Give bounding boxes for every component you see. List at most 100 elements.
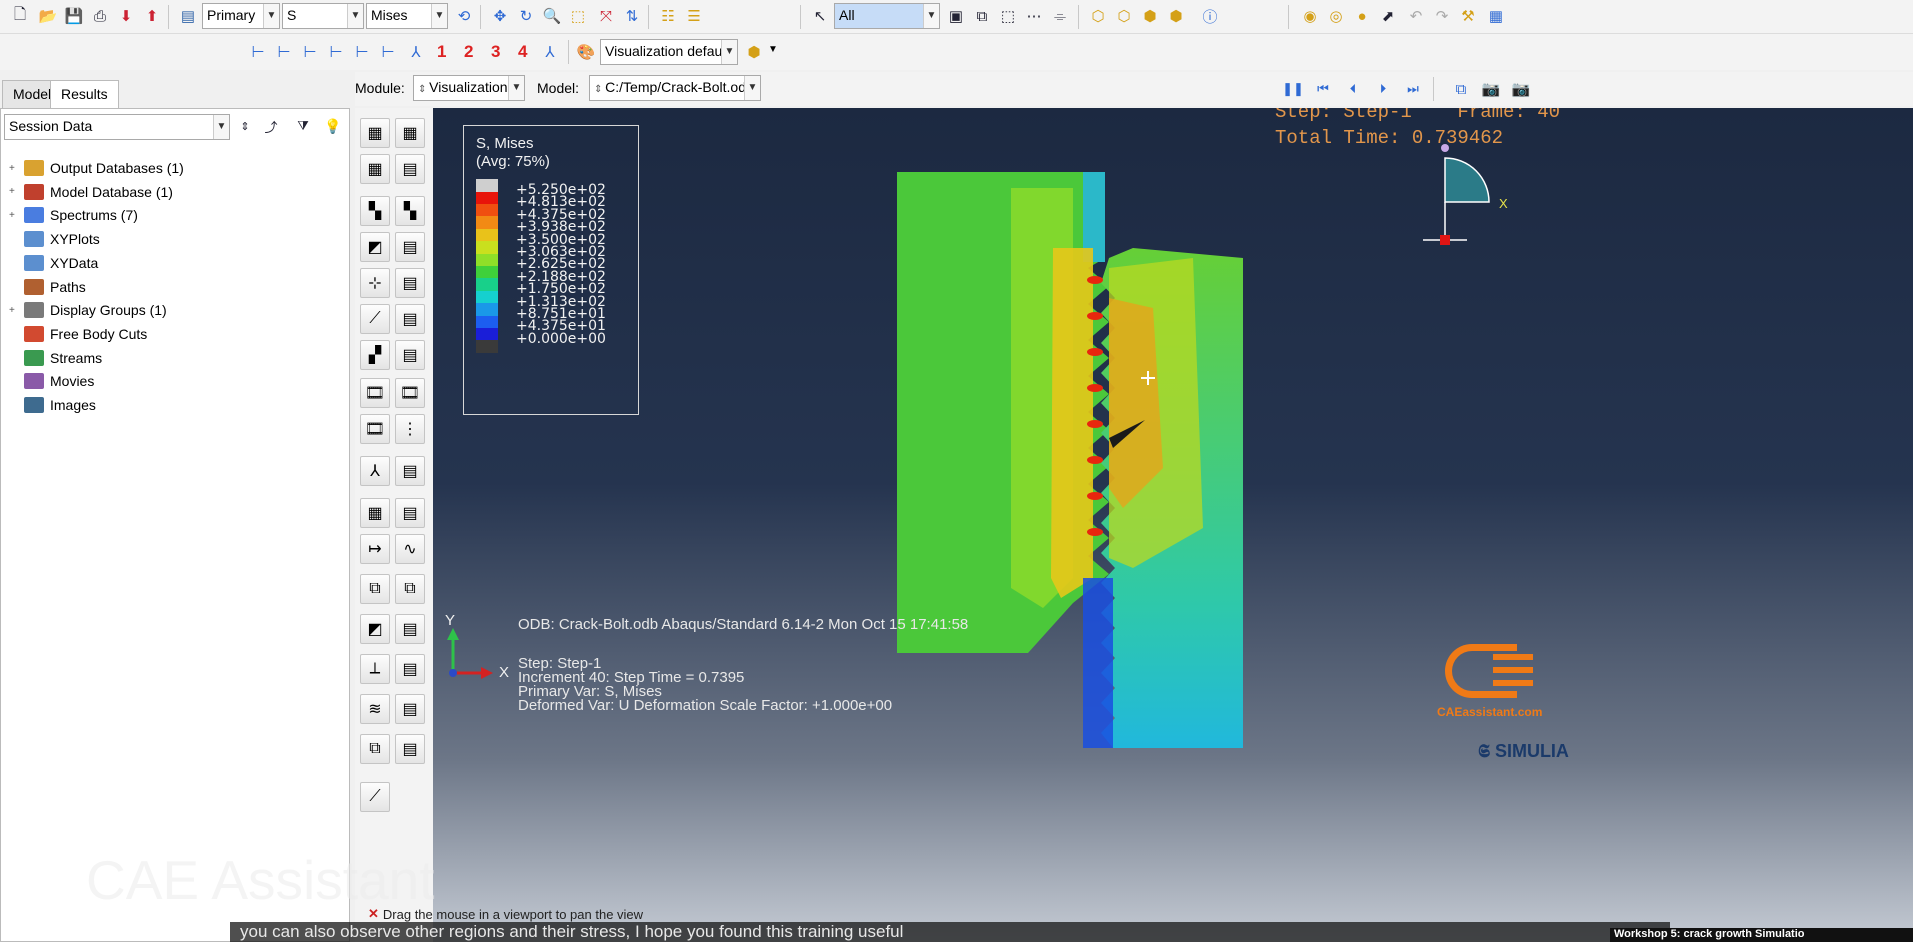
- stream-icon[interactable]: ≋: [360, 694, 390, 724]
- viewport[interactable]: X Y X S, Mises (Avg: 75%) +5.250e+02 +4.8…: [433, 108, 1913, 942]
- tree-item[interactable]: Streams: [9, 347, 102, 369]
- view-yx-icon[interactable]: ⊢: [272, 40, 296, 64]
- next-frame-icon[interactable]: ⏵: [1371, 77, 1395, 101]
- primary-combo[interactable]: Primary ▼: [202, 3, 280, 29]
- window-icon[interactable]: ▦: [1484, 4, 1508, 28]
- report-options-icon[interactable]: ▤: [395, 498, 425, 528]
- first-frame-icon[interactable]: ⏮: [1311, 77, 1335, 101]
- tree-item[interactable]: + Display Groups (1): [9, 299, 167, 321]
- undo-icon[interactable]: ↶: [1404, 4, 1428, 28]
- select-nodes-icon[interactable]: ⋯: [1022, 4, 1046, 28]
- palette-icon[interactable]: 🎨: [574, 40, 598, 64]
- pause-icon[interactable]: ❚❚: [1281, 77, 1305, 101]
- session-data-combo[interactable]: Session Data ▼: [4, 114, 230, 140]
- visualization-defaults-combo[interactable]: Visualization defaults ▼: [600, 39, 738, 65]
- zoom-icon[interactable]: 🔍: [540, 4, 564, 28]
- model-combo[interactable]: ⇕ C:/Temp/Crack-Bolt.odb ▼: [589, 75, 761, 101]
- overlay-icon[interactable]: ◉: [1298, 4, 1322, 28]
- open-folder-icon[interactable]: 📂: [36, 4, 60, 28]
- contour-plot-icon[interactable]: ◩: [360, 232, 390, 262]
- plot-symbols-icon[interactable]: ▚: [360, 196, 390, 226]
- free-body-options-icon[interactable]: ▤: [395, 654, 425, 684]
- auto-fit-icon[interactable]: ⤧: [594, 4, 618, 28]
- rotate-icon[interactable]: ↻: [514, 4, 538, 28]
- tree-item[interactable]: + Output Databases (1): [9, 157, 184, 179]
- material-orientation-options-icon[interactable]: ▤: [395, 304, 425, 334]
- animation-options-icon[interactable]: ⋮: [395, 414, 425, 444]
- tree-item[interactable]: Free Body Cuts: [9, 323, 147, 345]
- box-zoom-icon[interactable]: ⬚: [566, 4, 590, 28]
- custom-view-icon[interactable]: ⅄: [538, 40, 562, 64]
- parent-folder-icon[interactable]: ⤴: [259, 114, 283, 138]
- animate-harmonic-icon[interactable]: 🎞: [360, 414, 390, 444]
- overlay-alt-icon[interactable]: ◎: [1324, 4, 1348, 28]
- redo-icon[interactable]: ↷: [1430, 4, 1454, 28]
- view-cube-icon[interactable]: ⬢: [742, 40, 766, 64]
- cancel-x-icon[interactable]: ✕: [368, 906, 379, 922]
- previous-frame-icon[interactable]: ⏴: [1341, 77, 1365, 101]
- tree-item[interactable]: Movies: [9, 370, 94, 392]
- shaded-cube-icon[interactable]: ⬢: [1138, 4, 1162, 28]
- plot-contours-options-icon[interactable]: ▤: [395, 154, 425, 184]
- frame-selector-icon[interactable]: ⧉: [1449, 77, 1473, 101]
- up-down-icon[interactable]: ⇕: [233, 114, 257, 138]
- print-icon[interactable]: ⎙: [88, 4, 112, 28]
- hidden-cube-icon[interactable]: ⬡: [1112, 4, 1136, 28]
- plot-symbols-options-icon[interactable]: ▚: [395, 196, 425, 226]
- tree-item[interactable]: XYData: [9, 252, 98, 274]
- expand-icon[interactable]: +: [9, 163, 21, 174]
- tab-results[interactable]: Results: [50, 80, 119, 108]
- overlay-plot-icon[interactable]: ⧉: [360, 734, 390, 764]
- chevron-down-icon[interactable]: ▼: [768, 44, 778, 55]
- view-cut-icon[interactable]: ⅄: [360, 456, 390, 486]
- user-view-1-button[interactable]: 1: [437, 42, 446, 62]
- animate-time-icon[interactable]: 🎞: [395, 378, 425, 408]
- animate-scale-icon[interactable]: 🎞: [360, 378, 390, 408]
- tree-item[interactable]: + Spectrums (7): [9, 204, 138, 226]
- xy-plot-icon[interactable]: ∿: [395, 534, 425, 564]
- variable-combo[interactable]: S ▼: [282, 3, 364, 29]
- tree-item[interactable]: XYPlots: [9, 228, 100, 250]
- render-sphere-icon[interactable]: ●: [1350, 4, 1374, 28]
- select-arrow-icon[interactable]: ↖: [808, 4, 832, 28]
- display-group-icon[interactable]: ⧉: [360, 574, 390, 604]
- ladder-icon[interactable]: ☷: [656, 4, 680, 28]
- stream-options-icon[interactable]: ▤: [395, 694, 425, 724]
- common-options-alt-icon[interactable]: ▤: [395, 614, 425, 644]
- last-frame-icon[interactable]: ⏭: [1401, 77, 1425, 101]
- select-rect-icon[interactable]: ⬚: [996, 4, 1020, 28]
- camera-icon[interactable]: 📷: [1509, 77, 1533, 101]
- export-icon[interactable]: ⬆: [140, 4, 164, 28]
- iso-view-icon[interactable]: ⅄: [404, 40, 428, 64]
- query-tool-icon[interactable]: ⟋: [360, 782, 390, 812]
- user-view-3-button[interactable]: 3: [491, 42, 500, 62]
- pan-icon[interactable]: ✥: [488, 4, 512, 28]
- selection-filter-combo[interactable]: All ▼: [834, 3, 940, 29]
- field-output-icon[interactable]: ▤: [176, 4, 200, 28]
- user-view-2-button[interactable]: 2: [464, 42, 473, 62]
- plot-deformed-icon[interactable]: ▦: [395, 118, 425, 148]
- symbol-plot-icon[interactable]: ⊹: [360, 268, 390, 298]
- plot-contours-icon[interactable]: ▦: [360, 154, 390, 184]
- ladder-alt-icon[interactable]: ☰: [682, 4, 706, 28]
- rotate-refresh-icon[interactable]: ⟲: [452, 4, 476, 28]
- plot-undeformed-icon[interactable]: ▦: [360, 118, 390, 148]
- symbol-options-icon[interactable]: ▤: [395, 268, 425, 298]
- movie-camera-icon[interactable]: 📷: [1479, 77, 1503, 101]
- import-icon[interactable]: ⬇: [114, 4, 138, 28]
- tree-item[interactable]: Paths: [9, 276, 86, 298]
- wireframe-cube-icon[interactable]: ⬡: [1086, 4, 1110, 28]
- view-cut-options-icon[interactable]: ▤: [395, 456, 425, 486]
- user-view-4-button[interactable]: 4: [518, 42, 527, 62]
- pointer-tool-icon[interactable]: ⬈: [1376, 4, 1400, 28]
- expand-icon[interactable]: +: [9, 305, 21, 316]
- select-box-icon[interactable]: ▣: [944, 4, 968, 28]
- view-yz-icon[interactable]: ⊢: [350, 40, 374, 64]
- select-region-icon[interactable]: ⧉: [970, 4, 994, 28]
- tree-item[interactable]: + Model Database (1): [9, 181, 173, 203]
- save-icon[interactable]: 💾: [62, 4, 86, 28]
- create-path-icon[interactable]: ↦: [360, 534, 390, 564]
- shaded-edges-cube-icon[interactable]: ⬢: [1164, 4, 1188, 28]
- view-xy-icon[interactable]: ⊢: [246, 40, 270, 64]
- free-body-icon[interactable]: ⟂: [360, 654, 390, 684]
